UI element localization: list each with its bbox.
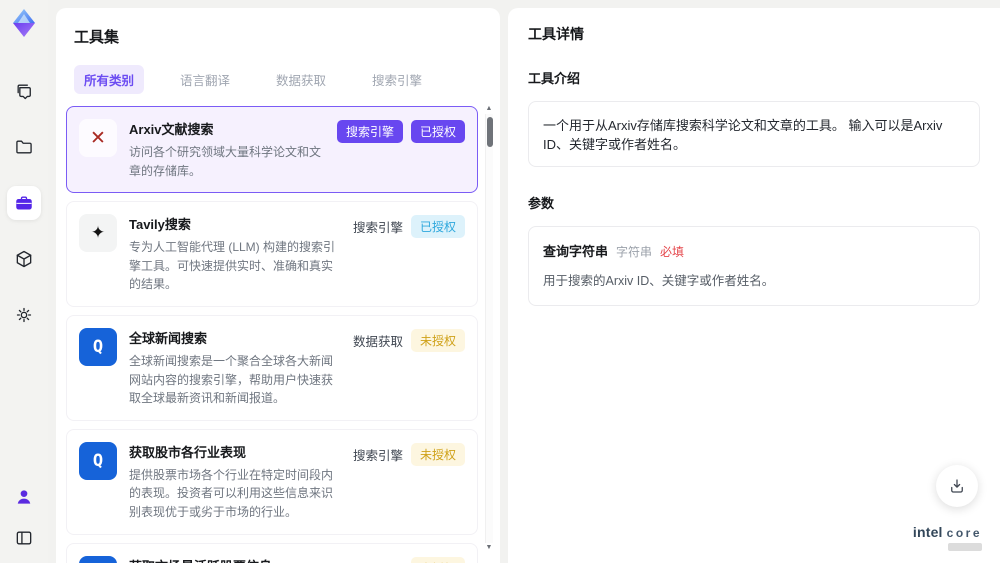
tool-description: 提供股票市场各个行业在特定时间段内的表现。投资者可以利用这些信息来识别表现优于或… [129, 467, 334, 519]
detail-title: 工具详情 [528, 26, 584, 42]
intro-text: 一个用于从Arxiv存储库搜索科学论文和文章的工具。 输入可以是Arxiv ID… [528, 101, 980, 167]
user-icon [17, 490, 31, 504]
sidebar-item-profile[interactable] [14, 487, 34, 512]
tool-title: 获取股市各行业表现 [129, 444, 247, 460]
tools-panel: 工具集 所有类别 语言翻译 数据获取 搜索引擎 ✕ Arxiv文献搜索 访问各个… [56, 8, 500, 563]
param-type: 字符串 [616, 245, 653, 259]
page-title: 工具集 [74, 29, 120, 46]
intel-sub-badge [948, 543, 982, 551]
arxiv-icon: ✕ [79, 119, 117, 157]
tool-status-badge: 未授权 [410, 442, 465, 466]
tool-category-badge: 搜索引擎 [336, 120, 403, 143]
news-logo-icon: Q [79, 327, 117, 366]
sidebar-item-collapse[interactable] [14, 528, 34, 553]
tool-status-badge: 已授权 [410, 120, 465, 143]
tool-title: Tavily搜索 [129, 217, 191, 233]
param-description: 用于搜索的Arxiv ID、关键字或作者姓名。 [543, 274, 775, 288]
app-logo-icon [13, 9, 35, 37]
sidebar-item-packages[interactable] [7, 242, 41, 276]
tool-title: Arxiv文献搜索 [129, 122, 214, 137]
tool-card-arxiv[interactable]: ✕ Arxiv文献搜索 访问各个研究领域大量科学论文和文章的存储库。 搜索引擎 … [66, 106, 478, 194]
tool-category: 数据获取 [352, 334, 403, 349]
param-name: 查询字符串 [543, 244, 609, 259]
scroll-down-icon[interactable]: ▼ [486, 543, 493, 553]
download-icon [951, 479, 963, 493]
sidebar [0, 0, 48, 563]
tavily-icon: ✦ [79, 214, 117, 253]
params-heading: 参数 [528, 196, 555, 211]
finance-logo-icon: Q [79, 555, 117, 563]
tab-data-fetch[interactable]: 数据获取 [266, 65, 336, 94]
tool-category: 搜索引擎 [352, 221, 403, 236]
finance-logo-icon: Q [79, 441, 117, 480]
folder-icon [16, 140, 32, 154]
tool-card-tavily[interactable]: ✦ Tavily搜索 专为人工智能代理 (LLM) 构建的搜索引擎工具。可快速提… [66, 201, 478, 307]
app-window: 工具集 所有类别 语言翻译 数据获取 搜索引擎 ✕ Arxiv文献搜索 访问各个… [0, 0, 1000, 563]
tool-status-badge: 未授权 [410, 556, 465, 563]
scrollbar-track[interactable] [485, 114, 493, 543]
param-required-flag: 必填 [660, 245, 685, 259]
parameter-card: 查询字符串 字符串 必填 用于搜索的Arxiv ID、关键字或作者姓名。 [528, 226, 980, 306]
download-button[interactable] [936, 465, 978, 507]
category-tabs: 所有类别 语言翻译 数据获取 搜索引擎 [56, 47, 500, 104]
chat-icon [17, 84, 31, 100]
tool-status-badge: 未授权 [410, 328, 465, 352]
tool-card-global-news[interactable]: Q 全球新闻搜索 全球新闻搜索是一个聚合全球各大新闻网站内容的搜索引擎，帮助用户… [66, 314, 478, 421]
tool-title: 获取市场最活跃股票信息 [129, 556, 343, 563]
tool-status-badge: 已授权 [410, 215, 465, 239]
sidebar-item-tools[interactable] [7, 186, 41, 220]
tool-description: 专为人工智能代理 (LLM) 构建的搜索引擎工具。可快速提供实时、准确和真实的结… [129, 240, 336, 292]
tool-list: ✕ Arxiv文献搜索 访问各个研究领域大量科学论文和文章的存储库。 搜索引擎 … [56, 104, 500, 563]
cube-icon [16, 250, 32, 268]
scroll-up-icon[interactable]: ▲ [486, 104, 493, 114]
core-wordmark: core [946, 526, 982, 540]
tab-all-categories[interactable]: 所有类别 [74, 65, 145, 94]
tool-card-sector-performance[interactable]: Q 获取股市各行业表现 提供股票市场各个行业在特定时间段内的表现。投资者可以利用… [66, 428, 478, 535]
tool-card-most-active-stocks[interactable]: Q 获取市场最活跃股票信息 提供当天交易量最高的股票列表。投资者可以利用这些信息… [66, 542, 478, 563]
scrollbar-thumb[interactable] [487, 117, 493, 147]
tool-category: 搜索引擎 [353, 559, 403, 563]
list-scrollbar[interactable]: ▲ ▼ [484, 104, 494, 553]
tool-category: 搜索引擎 [352, 448, 403, 463]
tool-detail-panel: 工具详情 工具介绍 一个用于从Arxiv存储库搜索科学论文和文章的工具。 输入可… [508, 8, 1000, 563]
gear-icon [16, 307, 32, 323]
intro-heading: 工具介绍 [528, 71, 581, 86]
content-area: 工具集 所有类别 语言翻译 数据获取 搜索引擎 ✕ Arxiv文献搜索 访问各个… [48, 0, 1000, 563]
sidebar-item-settings[interactable] [7, 298, 41, 332]
sidebar-item-chat[interactable] [7, 74, 41, 108]
tool-description: 访问各个研究领域大量科学论文和文章的存储库。 [129, 145, 322, 178]
panel-toggle-icon [16, 531, 32, 545]
tab-language-translation[interactable]: 语言翻译 [170, 65, 240, 94]
tool-title: 全球新闻搜索 [129, 330, 208, 346]
tab-search-engine[interactable]: 搜索引擎 [362, 65, 432, 94]
intel-core-logo: intel core [913, 524, 982, 551]
sidebar-item-files[interactable] [7, 130, 41, 164]
intel-wordmark: intel [912, 524, 943, 540]
tool-description: 全球新闻搜索是一个聚合全球各大新闻网站内容的搜索引擎，帮助用户快速获取全球最新资… [129, 353, 334, 406]
briefcase-icon [16, 196, 32, 210]
